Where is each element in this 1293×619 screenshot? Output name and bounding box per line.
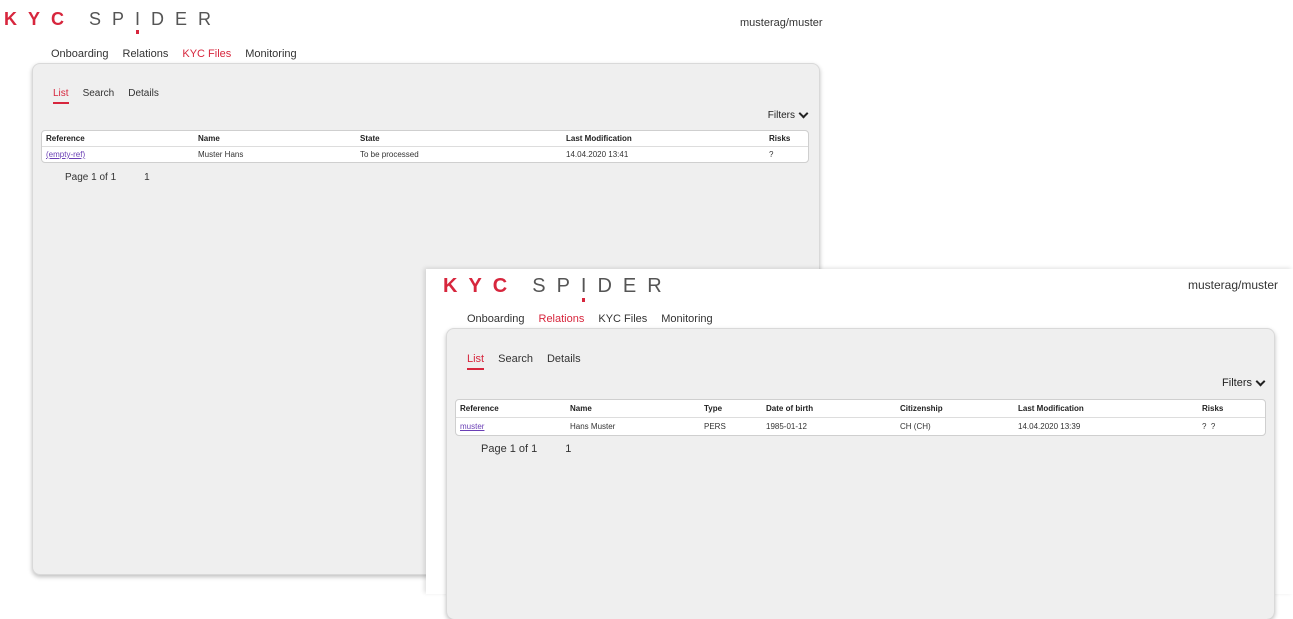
subtab-search[interactable]: Search <box>498 353 533 370</box>
cell-citizenship: CH (CH) <box>900 422 931 431</box>
cell-name: Muster Hans <box>198 150 244 159</box>
col-reference[interactable]: Reference <box>42 131 194 147</box>
col-name[interactable]: Name <box>566 400 700 418</box>
kyc-spider-logo: KYC SPIDER <box>443 275 673 297</box>
nav-onboarding[interactable]: Onboarding <box>467 313 525 329</box>
col-risks[interactable]: Risks <box>765 131 808 147</box>
nav-monitoring[interactable]: Monitoring <box>661 313 712 329</box>
table-row[interactable]: muster Hans Muster PERS 1985-01-12 CH (C… <box>456 418 1265 435</box>
page-indicator: Page 1 of 1 <box>481 443 538 455</box>
subtab-list[interactable]: List <box>53 88 69 104</box>
col-last-modification[interactable]: Last Modification <box>1014 400 1198 418</box>
chevron-down-icon <box>1255 376 1266 386</box>
nav-onboarding[interactable]: Onboarding <box>51 48 109 64</box>
col-citizenship[interactable]: Citizenship <box>896 400 1014 418</box>
page-number-1[interactable]: 1 <box>144 172 150 183</box>
col-reference[interactable]: Reference <box>456 400 566 418</box>
cell-last-modification: 14.04.2020 13:41 <box>566 150 629 159</box>
pagination: Page 1 of 1 1 <box>481 443 571 455</box>
page-number-1[interactable]: 1 <box>565 443 571 455</box>
chevron-down-icon <box>798 108 809 119</box>
kyc-spider-logo: KYC SPIDER <box>4 9 223 29</box>
cell-date-of-birth: 1985-01-12 <box>766 422 807 431</box>
filters-label: Filters <box>767 110 795 121</box>
subtab-details[interactable]: Details <box>128 88 159 104</box>
filters-toggle[interactable]: Filters <box>767 108 809 121</box>
relations-table: Reference Name Type Date of birth Citize… <box>455 399 1266 436</box>
sub-tabs: List Search Details <box>53 88 159 104</box>
reference-link[interactable]: (empty-ref) <box>46 150 85 159</box>
content-panel: List Search Details Filters Reference Na… <box>446 328 1275 619</box>
cell-name: Hans Muster <box>570 422 616 431</box>
subtab-list[interactable]: List <box>467 353 485 370</box>
kyc-files-table: Reference Name State Last Modification R… <box>41 130 809 163</box>
nav-kyc-files[interactable]: KYC Files <box>598 313 647 329</box>
col-date-of-birth[interactable]: Date of birth <box>762 400 896 418</box>
col-state[interactable]: State <box>356 131 562 147</box>
reference-link[interactable]: muster <box>460 422 484 431</box>
table-header-row: Reference Name State Last Modification R… <box>42 131 808 147</box>
table-header-row: Reference Name Type Date of birth Citize… <box>456 400 1265 418</box>
cell-type: PERS <box>704 422 726 431</box>
user-account[interactable]: musterag/muster <box>740 17 823 29</box>
nav-monitoring[interactable]: Monitoring <box>245 48 296 64</box>
col-name[interactable]: Name <box>194 131 356 147</box>
user-account[interactable]: musterag/muster <box>1188 278 1278 292</box>
main-nav: Onboarding Relations KYC Files Monitorin… <box>51 48 297 64</box>
subtab-search[interactable]: Search <box>83 88 115 104</box>
filters-label: Filters <box>1222 377 1252 389</box>
col-type[interactable]: Type <box>700 400 762 418</box>
table-row[interactable]: (empty-ref) Muster Hans To be processed … <box>42 147 808 162</box>
page-indicator: Page 1 of 1 <box>65 172 117 183</box>
col-risks[interactable]: Risks <box>1198 400 1265 418</box>
relations-window: KYC SPIDER musterag/muster Onboarding Rel… <box>426 269 1293 619</box>
sub-tabs: List Search Details <box>467 353 581 370</box>
nav-kyc-files[interactable]: KYC Files <box>182 48 232 64</box>
nav-relations[interactable]: Relations <box>123 48 169 64</box>
pagination: Page 1 of 1 1 <box>65 172 150 183</box>
cell-risks: ? ? <box>1202 422 1216 431</box>
nav-relations[interactable]: Relations <box>538 313 585 329</box>
filters-toggle[interactable]: Filters <box>1222 376 1266 389</box>
col-last-modification[interactable]: Last Modification <box>562 131 765 147</box>
main-nav: Onboarding Relations KYC Files Monitorin… <box>467 313 713 329</box>
cell-last-modification: 14.04.2020 13:39 <box>1018 422 1081 431</box>
subtab-details[interactable]: Details <box>547 353 581 370</box>
cell-state: To be processed <box>360 150 419 159</box>
cell-risks: ? <box>769 150 774 159</box>
